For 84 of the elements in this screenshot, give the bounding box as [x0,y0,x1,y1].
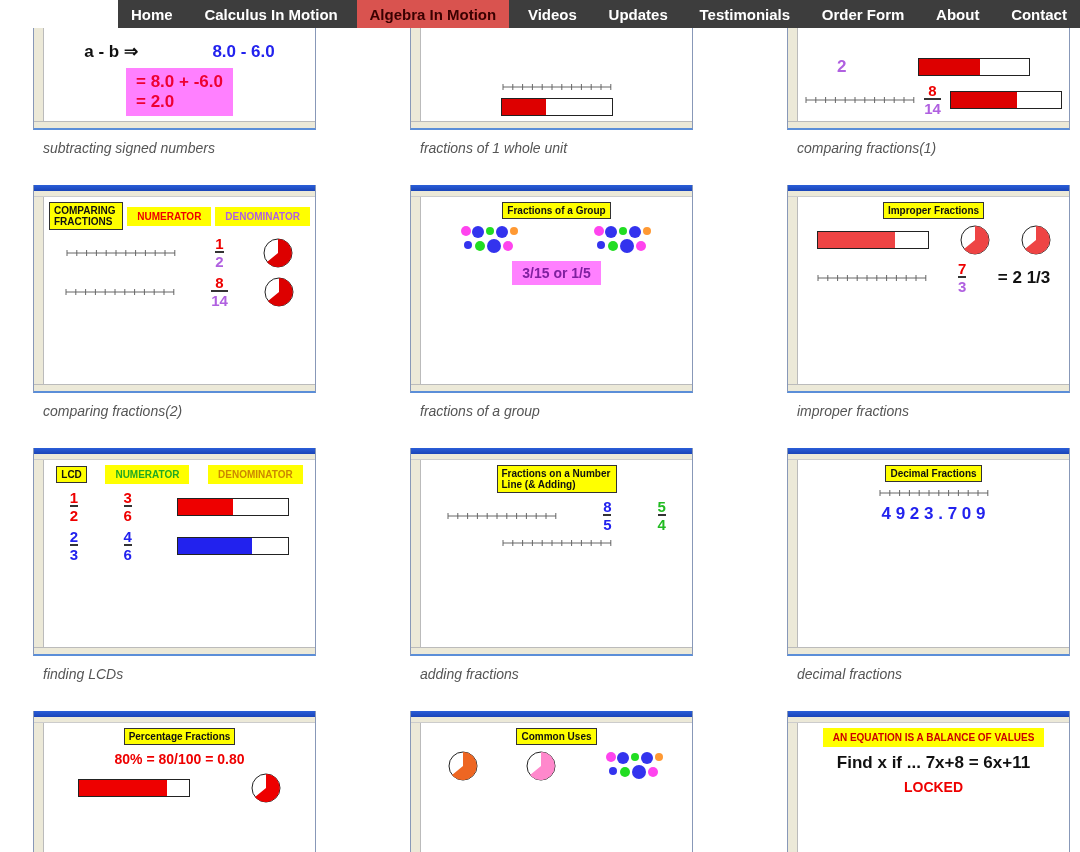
numerator-text: 3 [123,490,132,505]
denominator-text: 14 [924,98,941,116]
math-text: a - b ⇒ [84,41,138,62]
circles-drawing [592,225,653,255]
numerator-text: 1 [215,236,224,251]
title-label: Fractions of a Group [502,202,611,219]
math-text: LOCKED [903,779,964,795]
numerator-text: 1 [69,490,79,505]
nav-link[interactable]: Home [118,0,186,28]
math-text: NUMERATOR [115,469,180,480]
thumbnail-caption: fractions of 1 whole unit [420,140,569,158]
numerator-text: 8 [603,499,612,514]
thumbnail-caption: adding fractions [420,666,520,684]
thumbnail-caption: comparing fractions(2) [43,403,184,421]
title-label: COMPARING FRACTIONS [49,202,124,230]
nav-link[interactable]: Contact [998,0,1080,28]
app-screenshot[interactable]: Decimal Fractions 4 9 2 3 . 7 0 9 [787,448,1070,656]
nav-link[interactable]: Order Form [808,0,918,28]
math-text: NUMERATOR [137,210,202,222]
denominator-text: 3 [69,544,79,562]
numerator-text: 7 [958,261,967,276]
nav-link[interactable]: Algebra In Motion [356,0,510,28]
pie-drawing [448,751,479,781]
denominator-text: 3 [958,276,967,294]
denominator-text: 5 [603,514,612,532]
numerator-text: 5 [657,499,666,514]
numerator-text: 2 [69,529,79,544]
nav-link[interactable]: Calculus In Motion [191,0,351,28]
app-screenshot[interactable]: AN EQUATION IS A BALANCE OF VALUES Find x if ... 7x+8 = 6x+11 LOCKED [787,711,1070,852]
pie-drawing [959,225,990,255]
nav-link[interactable]: Testimonials [686,0,804,28]
circles-drawing [604,751,665,781]
math-text: 3/15 or 1/5 [522,265,591,281]
math-text: = 8.0 + -6.0 [136,72,223,92]
circles-drawing [460,225,521,255]
pie-drawing [262,237,293,268]
thumbnail-caption: finding LCDs [43,666,125,684]
nav-link[interactable]: Videos [514,0,590,28]
title-label: Percentage Fractions [123,728,236,745]
app-screenshot[interactable]: Common Uses [410,711,693,852]
numerator-text: 4 [123,529,132,544]
app-screenshot[interactable]: Fractions on a Number Line (& Adding) 8 5 5 4 [410,448,693,656]
app-screenshot[interactable]: LCD NUMERATOR DENOMINATOR 1 2 3 6 2 3 4 6 [33,448,316,656]
thumbnail-caption: subtracting signed numbers [43,140,216,158]
numerator-text: 8 [928,83,937,98]
app-screenshot[interactable]: Fractions of a Group 3/15 or 1/5 [410,185,693,393]
math-text: = 2 1/3 [997,267,1051,288]
math-text: Find x if ... 7x+8 = 6x+11 [836,753,1031,773]
thumbnail-caption: fractions of a group [420,403,541,421]
math-text: = 2.0 [136,92,175,112]
nav-link[interactable]: Updates [595,0,681,28]
numerator-text: 8 [215,275,224,290]
denominator-text: 6 [123,505,132,523]
math-text: DENOMINATOR [218,469,293,480]
app-screenshot[interactable] [410,28,693,130]
pie-drawing [251,773,282,803]
math-text: 2 [836,57,847,77]
thumbnail-caption: decimal fractions [797,666,904,684]
math-text: 8.0 - 6.0 [212,41,275,62]
thumbnail-caption: comparing fractions(1) [797,140,938,158]
title-label: Improper Fractions [882,202,985,219]
math-text: DENOMINATOR [225,210,300,222]
title-label: Common Uses [516,728,597,745]
title-label: Decimal Fractions [885,465,982,482]
denominator-text: 2 [215,251,224,269]
app-screenshot[interactable]: COMPARING FRACTIONS NUMERATOR DENOMINATOR 1 2 8 14 [33,185,316,393]
pie-drawing [526,751,557,781]
app-screenshot[interactable]: Improper Fractions 7 3 = 2 1/3 [787,185,1070,393]
thumbnail-caption: improper fractions [797,403,911,421]
math-text: 4 9 2 3 . 7 0 9 [881,504,986,524]
denominator-text: 2 [69,505,79,523]
denominator-text: 14 [211,290,228,308]
math-text: 80% = 80/100 = 0.80 [114,751,245,767]
app-screenshot[interactable]: a - b ⇒ 8.0 - 6.0 = 8.0 + -6.0 = 2.0 [33,28,316,130]
app-screenshot[interactable]: 2 8 14 [787,28,1070,130]
denominator-text: 6 [123,544,132,562]
pie-drawing [1020,225,1051,255]
math-text: AN EQUATION IS A BALANCE OF VALUES [832,732,1035,743]
pie-drawing [263,276,294,307]
app-screenshot[interactable]: Percentage Fractions 80% = 80/100 = 0.80 [33,711,316,852]
title-label: Fractions on a Number Line (& Adding) [496,465,617,493]
nav-link[interactable]: About [923,0,993,28]
title-label: LCD [56,466,87,483]
denominator-text: 4 [657,514,666,532]
